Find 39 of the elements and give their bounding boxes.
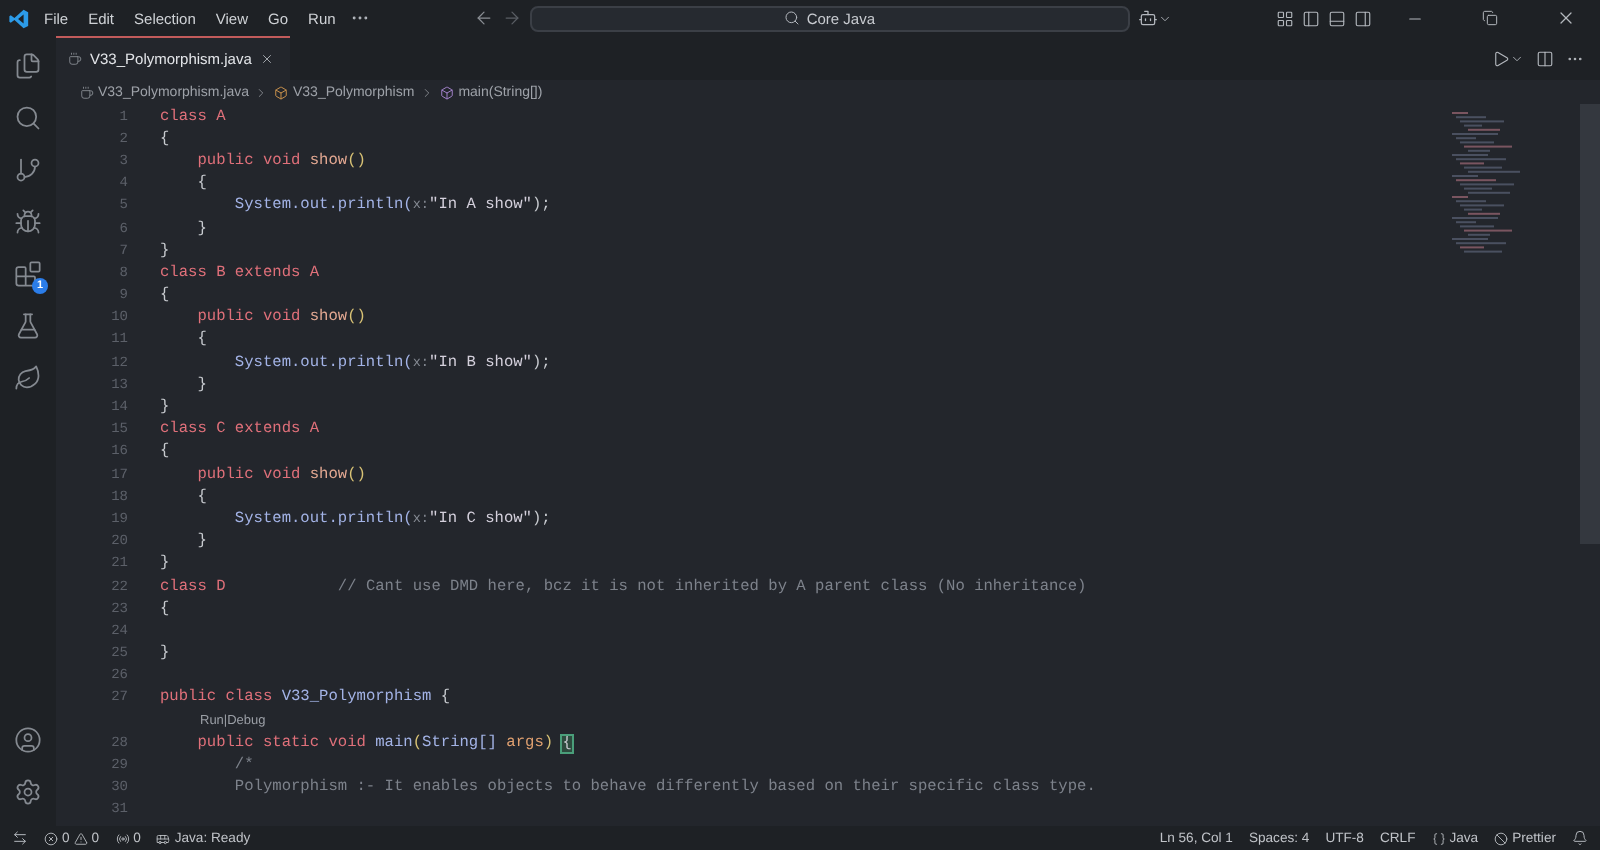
app-logo-icon xyxy=(8,7,30,29)
panel-bottom-icon[interactable] xyxy=(1328,9,1347,27)
close-icon[interactable] xyxy=(1556,8,1577,28)
java-file-icon xyxy=(80,85,94,99)
panel-right-icon[interactable] xyxy=(1354,9,1373,27)
settings-icon[interactable] xyxy=(14,778,42,806)
split-editor-icon[interactable] xyxy=(1536,49,1554,67)
chevron-icon xyxy=(254,85,269,99)
panel-left-icon[interactable] xyxy=(1302,9,1321,27)
caret-icon[interactable] xyxy=(1157,11,1172,25)
search-icon xyxy=(784,10,801,26)
back-arrow-icon[interactable] xyxy=(473,8,494,28)
error-icon xyxy=(44,831,58,845)
leaf-icon[interactable] xyxy=(14,364,42,392)
flask-icon[interactable] xyxy=(14,312,42,340)
files-icon[interactable] xyxy=(14,52,42,80)
run-debug-icon[interactable] xyxy=(14,208,42,236)
forward-arrow-icon[interactable] xyxy=(501,8,522,28)
notification-bell-icon[interactable] xyxy=(1572,830,1588,846)
account-icon[interactable] xyxy=(14,726,42,754)
search-icon[interactable] xyxy=(14,104,42,132)
braces-icon xyxy=(1431,831,1446,845)
run-icon[interactable] xyxy=(1492,49,1510,67)
symbol-icon xyxy=(440,85,455,99)
ports-icon xyxy=(115,831,130,845)
symbol-icon xyxy=(274,85,289,99)
caret-icon[interactable] xyxy=(1510,51,1524,65)
warning-icon xyxy=(73,831,88,845)
bus-icon xyxy=(156,831,171,845)
java-file-icon xyxy=(68,52,82,66)
chevron-icon xyxy=(420,85,435,99)
remote-icon[interactable] xyxy=(12,830,28,846)
restore-icon[interactable] xyxy=(1482,10,1499,26)
close-icon[interactable] xyxy=(259,52,274,66)
source-control-icon[interactable] xyxy=(14,156,42,184)
robot-icon[interactable] xyxy=(1137,8,1158,28)
layout-icon[interactable] xyxy=(1276,9,1295,27)
prohibited-icon xyxy=(1494,831,1509,845)
extensions-icon[interactable] xyxy=(14,260,42,288)
